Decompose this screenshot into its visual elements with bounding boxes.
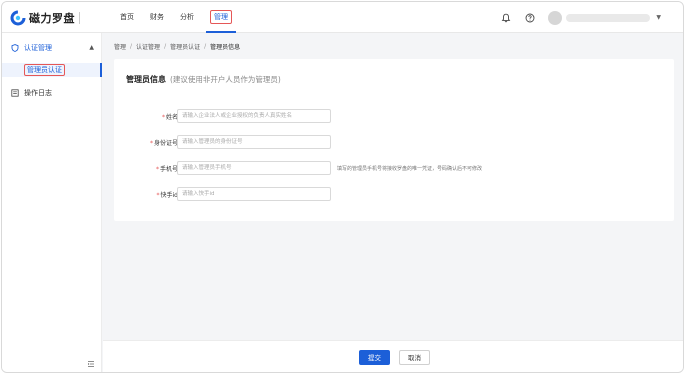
sidebar-group-auth[interactable]: 认证管理 ▲ (2, 41, 102, 55)
nav-home[interactable]: 首页 (112, 2, 142, 33)
header-actions: ▼ (500, 2, 683, 33)
bell-icon[interactable] (500, 12, 512, 24)
chevron-up-icon: ▲ (89, 44, 94, 51)
breadcrumb-item[interactable]: 管理 (114, 42, 126, 51)
app-window: 磁力罗盘 首页 财务 分析 管理 ▼ 认证管理 ▲ 管理员认证 操作日志 管理 … (1, 1, 684, 373)
phone-hint: 填写的管理员手机号将接收罗盘的唯一凭证，号码确认后不可修改 (337, 166, 483, 172)
nav-analysis[interactable]: 分析 (172, 2, 202, 33)
breadcrumb-current: 管理员信息 (210, 43, 241, 51)
required-mark: * (149, 140, 153, 147)
page-title: 管理员信息 (126, 75, 166, 84)
card-header: 管理员信息 (建议使用非开户人员作为管理员) (126, 74, 281, 85)
breadcrumb: 管理 / 认证管理 / 管理员认证 / 管理员信息 (114, 41, 240, 51)
form-row-name: *姓名: (114, 109, 674, 123)
top-nav: 首页 财务 分析 管理 (112, 2, 240, 33)
phone-input[interactable] (177, 161, 331, 175)
sidebar-item-label: 管理员认证 (24, 64, 65, 76)
kuaishou-id-input[interactable] (177, 187, 331, 201)
required-mark: * (155, 166, 159, 173)
cancel-button[interactable]: 取消 (399, 350, 430, 365)
submit-button[interactable]: 提交 (359, 350, 390, 365)
nav-manage-label: 管理 (210, 10, 232, 24)
log-icon (11, 89, 19, 97)
id-number-input[interactable] (177, 135, 331, 149)
breadcrumb-separator: / (130, 42, 133, 50)
logo-divider (79, 11, 80, 24)
required-mark: * (156, 192, 160, 199)
shield-icon (11, 44, 19, 52)
form-row-id-number: *身份证号: (114, 135, 674, 149)
brand-name: 磁力罗盘 (29, 11, 75, 25)
breadcrumb-separator: / (164, 42, 167, 50)
page-subtitle: (建议使用非开户人员作为管理员) (170, 75, 281, 84)
nav-finance-label: 财务 (150, 13, 164, 21)
help-icon[interactable] (524, 12, 536, 24)
avatar[interactable] (548, 10, 563, 25)
form-row-phone: *手机号: 填写的管理员手机号将接收罗盘的唯一凭证，号码确认后不可修改 (114, 161, 674, 175)
brand-logo[interactable]: 磁力罗盘 (10, 9, 80, 26)
breadcrumb-separator: / (204, 42, 207, 50)
sidebar-log-label: 操作日志 (24, 89, 52, 97)
breadcrumb-item[interactable]: 管理员认证 (170, 42, 200, 51)
sidebar-item-admin-auth[interactable]: 管理员认证 (2, 63, 102, 77)
sidebar-group-label: 认证管理 (24, 44, 52, 52)
nav-manage[interactable]: 管理 (202, 2, 240, 33)
nav-analysis-label: 分析 (180, 13, 194, 21)
sidebar-item-operation-log[interactable]: 操作日志 (2, 86, 102, 100)
name-input[interactable] (177, 109, 331, 123)
admin-info-card: 管理员信息 (建议使用非开户人员作为管理员) *姓名: *身份证号: *手机号:… (114, 59, 674, 221)
id-number-label: *身份证号: (150, 138, 180, 147)
top-bar: 磁力罗盘 首页 财务 分析 管理 ▼ (2, 2, 683, 33)
chevron-down-icon[interactable]: ▼ (656, 14, 661, 21)
logo-icon (10, 10, 26, 25)
collapse-menu-icon[interactable] (87, 360, 95, 368)
nav-finance[interactable]: 财务 (142, 2, 172, 33)
nav-home-label: 首页 (120, 13, 134, 21)
required-mark: * (161, 114, 165, 121)
sidebar: 认证管理 ▲ 管理员认证 操作日志 (2, 33, 102, 372)
form-row-kuaishou-id: *快手id: (114, 187, 674, 201)
user-name-blurred[interactable] (566, 13, 651, 22)
breadcrumb-item[interactable]: 认证管理 (136, 42, 160, 51)
form-footer: 提交 取消 (103, 340, 683, 372)
